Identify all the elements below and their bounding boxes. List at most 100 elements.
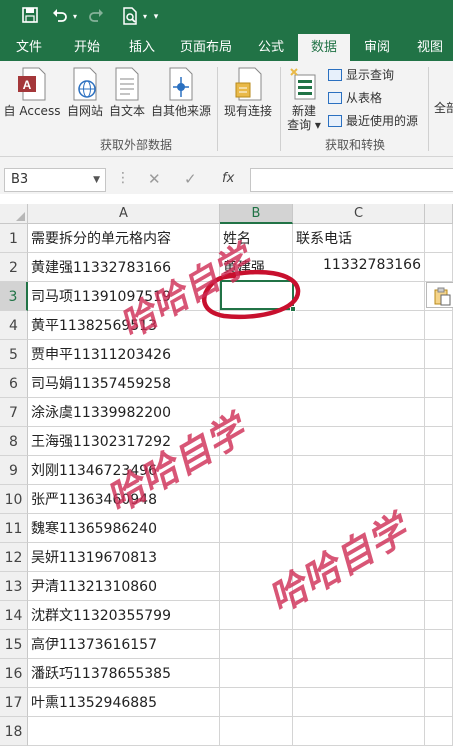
- tab-file[interactable]: 文件: [0, 34, 58, 61]
- cell-c[interactable]: [293, 340, 425, 369]
- cell-a[interactable]: 叶熏11352946885: [28, 688, 220, 717]
- row-header[interactable]: 3: [0, 282, 28, 311]
- column-header-b[interactable]: B: [220, 204, 293, 224]
- undo-dropdown-icon[interactable]: ▾: [70, 7, 80, 27]
- save-icon[interactable]: [20, 7, 40, 27]
- print-preview-dropdown-icon[interactable]: ▾: [140, 7, 150, 27]
- cell-a[interactable]: 司马娟11357459258: [28, 369, 220, 398]
- cell-b[interactable]: [220, 717, 293, 746]
- row-header[interactable]: 13: [0, 572, 28, 601]
- cell-d[interactable]: [425, 369, 453, 398]
- cell-b[interactable]: [220, 630, 293, 659]
- cell-a[interactable]: [28, 717, 220, 746]
- tab-home[interactable]: 开始: [58, 34, 116, 61]
- cell-a[interactable]: 贾申平11311203426: [28, 340, 220, 369]
- show-queries-button[interactable]: 显示查询: [328, 65, 394, 85]
- recent-sources-button[interactable]: 最近使用的源: [328, 111, 418, 131]
- name-box[interactable]: B3 ▼: [4, 168, 106, 192]
- cell-c[interactable]: [293, 688, 425, 717]
- new-query-button[interactable]: 新建 查询 ▾: [283, 67, 325, 132]
- formula-input[interactable]: [250, 168, 453, 192]
- row-header[interactable]: 16: [0, 659, 28, 688]
- cell-d[interactable]: [425, 717, 453, 746]
- cell-a[interactable]: 沈群文11320355799: [28, 601, 220, 630]
- cell-d[interactable]: [425, 630, 453, 659]
- cell-d[interactable]: [425, 224, 453, 253]
- cell-a[interactable]: 潘跃巧11378655385: [28, 659, 220, 688]
- cell-a[interactable]: 高伊11373616157: [28, 630, 220, 659]
- cell-d[interactable]: [425, 572, 453, 601]
- cell-a[interactable]: 需要拆分的单元格内容: [28, 224, 220, 253]
- tab-formulas[interactable]: 公式: [244, 34, 298, 61]
- insert-function-button[interactable]: fx: [222, 171, 234, 186]
- cell-c[interactable]: 11332783166: [293, 253, 425, 282]
- row-header[interactable]: 10: [0, 485, 28, 514]
- cell-d[interactable]: [425, 688, 453, 717]
- tab-insert[interactable]: 插入: [116, 34, 168, 61]
- chevron-down-icon[interactable]: ▼: [93, 169, 100, 191]
- row-header[interactable]: 1: [0, 224, 28, 253]
- row-header[interactable]: 5: [0, 340, 28, 369]
- redo-icon[interactable]: [86, 7, 106, 27]
- from-table-button[interactable]: 从表格: [328, 88, 382, 108]
- cell-c[interactable]: [293, 630, 425, 659]
- cell-d[interactable]: [425, 311, 453, 340]
- cell-c[interactable]: [293, 717, 425, 746]
- cell-d[interactable]: [425, 514, 453, 543]
- row-header[interactable]: 6: [0, 369, 28, 398]
- tab-view[interactable]: 视图: [404, 34, 453, 61]
- tab-review[interactable]: 审阅: [350, 34, 404, 61]
- from-access-button[interactable]: A 自 Access: [2, 67, 62, 118]
- row-header[interactable]: 18: [0, 717, 28, 746]
- cell-c[interactable]: [293, 456, 425, 485]
- cell-d[interactable]: [425, 253, 453, 282]
- select-all-button[interactable]: [0, 204, 28, 224]
- cell-b[interactable]: [220, 340, 293, 369]
- column-header-c[interactable]: C: [293, 204, 425, 224]
- cell-d[interactable]: [425, 659, 453, 688]
- from-text-button[interactable]: 自文本: [106, 67, 148, 118]
- from-web-button[interactable]: 自网站: [64, 67, 106, 118]
- row-header[interactable]: 11: [0, 514, 28, 543]
- row-header[interactable]: 9: [0, 456, 28, 485]
- row-header[interactable]: 2: [0, 253, 28, 282]
- tab-page-layout[interactable]: 页面布局: [168, 34, 244, 61]
- formula-bar-grip-icon[interactable]: ⋮: [116, 170, 130, 186]
- cell-c[interactable]: [293, 369, 425, 398]
- row-header[interactable]: 7: [0, 398, 28, 427]
- row-header[interactable]: 15: [0, 630, 28, 659]
- cell-d[interactable]: [425, 485, 453, 514]
- print-preview-icon[interactable]: [120, 7, 140, 27]
- row-header[interactable]: 8: [0, 427, 28, 456]
- cell-b[interactable]: [220, 688, 293, 717]
- cell-d[interactable]: [425, 340, 453, 369]
- cancel-icon[interactable]: ✕: [148, 170, 161, 188]
- tab-data[interactable]: 数据: [298, 34, 350, 61]
- cell-c[interactable]: [293, 398, 425, 427]
- cell-d[interactable]: [425, 398, 453, 427]
- row-header[interactable]: 14: [0, 601, 28, 630]
- cell-d[interactable]: [425, 427, 453, 456]
- cell-a[interactable]: 尹清11321310860: [28, 572, 220, 601]
- undo-icon[interactable]: [50, 7, 70, 27]
- row-header[interactable]: 17: [0, 688, 28, 717]
- customize-qat-icon[interactable]: ▾: [150, 7, 162, 27]
- cell-c[interactable]: [293, 311, 425, 340]
- cell-c[interactable]: 联系电话: [293, 224, 425, 253]
- refresh-all-button[interactable]: 全部: [434, 101, 453, 115]
- cell-d[interactable]: [425, 543, 453, 572]
- cell-c[interactable]: [293, 282, 425, 311]
- cell-c[interactable]: [293, 485, 425, 514]
- row-header[interactable]: 12: [0, 543, 28, 572]
- from-other-sources-button[interactable]: 自其他来源: [148, 67, 214, 118]
- enter-icon[interactable]: ✓: [184, 170, 197, 188]
- existing-connections-button[interactable]: 现有连接: [220, 67, 276, 118]
- cell-b[interactable]: [220, 659, 293, 688]
- row-header[interactable]: 4: [0, 311, 28, 340]
- cell-b[interactable]: [220, 514, 293, 543]
- cell-b[interactable]: [220, 369, 293, 398]
- cell-d[interactable]: [425, 456, 453, 485]
- cell-a[interactable]: 吴妍11319670813: [28, 543, 220, 572]
- cell-c[interactable]: [293, 659, 425, 688]
- column-header-d[interactable]: [425, 204, 453, 224]
